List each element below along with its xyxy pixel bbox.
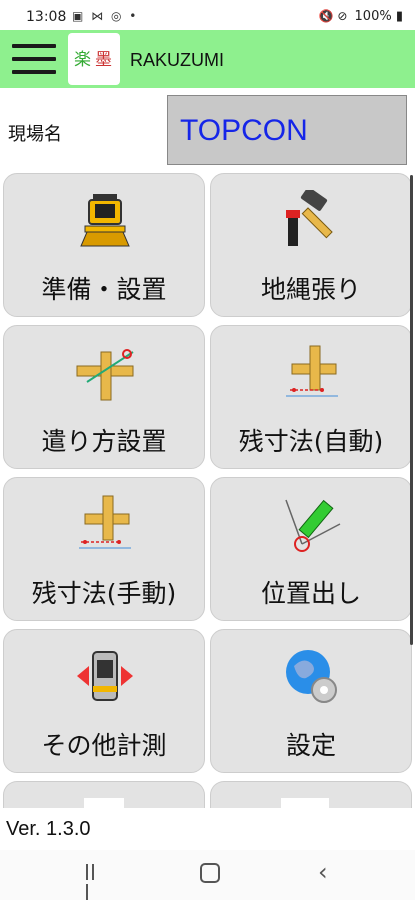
- tile-ground-marking[interactable]: 地縄張り: [210, 173, 412, 317]
- site-name-value: TOPCON: [180, 114, 308, 147]
- system-nav-bar: ‹: [0, 850, 415, 900]
- hammer-stake-icon: [286, 190, 333, 246]
- mute-wifi-icons: 🔇 ⊘: [318, 9, 348, 23]
- battery-level: 100%: [354, 9, 392, 24]
- tile-label: 地縄張り: [260, 275, 361, 304]
- instrument-rotate-icon: [77, 651, 133, 701]
- status-right: 🔇 ⊘ 100% ▮: [319, 9, 403, 24]
- svg-text:墨: 墨: [95, 50, 112, 70]
- notification-icons: ▣ ⋈ ◎ •: [72, 9, 139, 23]
- tile-position-marking[interactable]: 位置出し: [210, 477, 412, 621]
- app-title: RAKUZUMI: [130, 50, 224, 70]
- tile-label: 位置出し: [260, 579, 361, 608]
- batter-board-manual-icon: [79, 495, 131, 549]
- tile-label: 残寸法(手動): [31, 579, 177, 608]
- tile-label: 設定: [285, 731, 336, 760]
- batter-board-auto-icon: [286, 345, 338, 397]
- status-time: 13:08: [26, 9, 67, 25]
- svg-text:楽: 楽: [74, 50, 91, 70]
- scrollbar[interactable]: [410, 175, 413, 645]
- tile-label: その他計測: [41, 731, 167, 760]
- version-label: Ver. 1.3.0: [6, 818, 91, 840]
- menu-icon[interactable]: [12, 39, 56, 79]
- tile-other-measure[interactable]: その他計測: [3, 629, 205, 773]
- back-icon[interactable]: ‹: [318, 858, 328, 886]
- tile-setup[interactable]: 準備・設置: [3, 173, 205, 317]
- batter-board-icon: [76, 349, 134, 401]
- tile-label: 残寸法(自動): [238, 427, 384, 456]
- pen-position-icon: [285, 499, 341, 552]
- tile-label: 遣り方設置: [41, 427, 167, 456]
- site-name-label: 現場名: [8, 124, 62, 145]
- app-bar: 楽 墨 RAKUZUMI: [0, 30, 415, 88]
- status-bar: 13:08 ▣ ⋈ ◎ • 🔇 ⊘ 100% ▮: [0, 0, 415, 30]
- tile-remaining-auto[interactable]: 残寸法(自動): [210, 325, 412, 469]
- recent-apps-icon[interactable]: [86, 864, 102, 900]
- app-logo: 楽 墨: [68, 33, 120, 85]
- total-station-icon: [80, 194, 130, 247]
- battery-icon: ▮: [395, 9, 403, 24]
- home-icon[interactable]: [200, 863, 220, 883]
- tile-batter-board[interactable]: 遣り方設置: [3, 325, 205, 469]
- tile-remaining-manual[interactable]: 残寸法(手動): [3, 477, 205, 621]
- globe-gear-icon: [286, 650, 337, 703]
- site-name-field[interactable]: TOPCON: [167, 95, 407, 165]
- tile-settings[interactable]: 設定: [210, 629, 412, 773]
- tile-label: 準備・設置: [41, 275, 167, 304]
